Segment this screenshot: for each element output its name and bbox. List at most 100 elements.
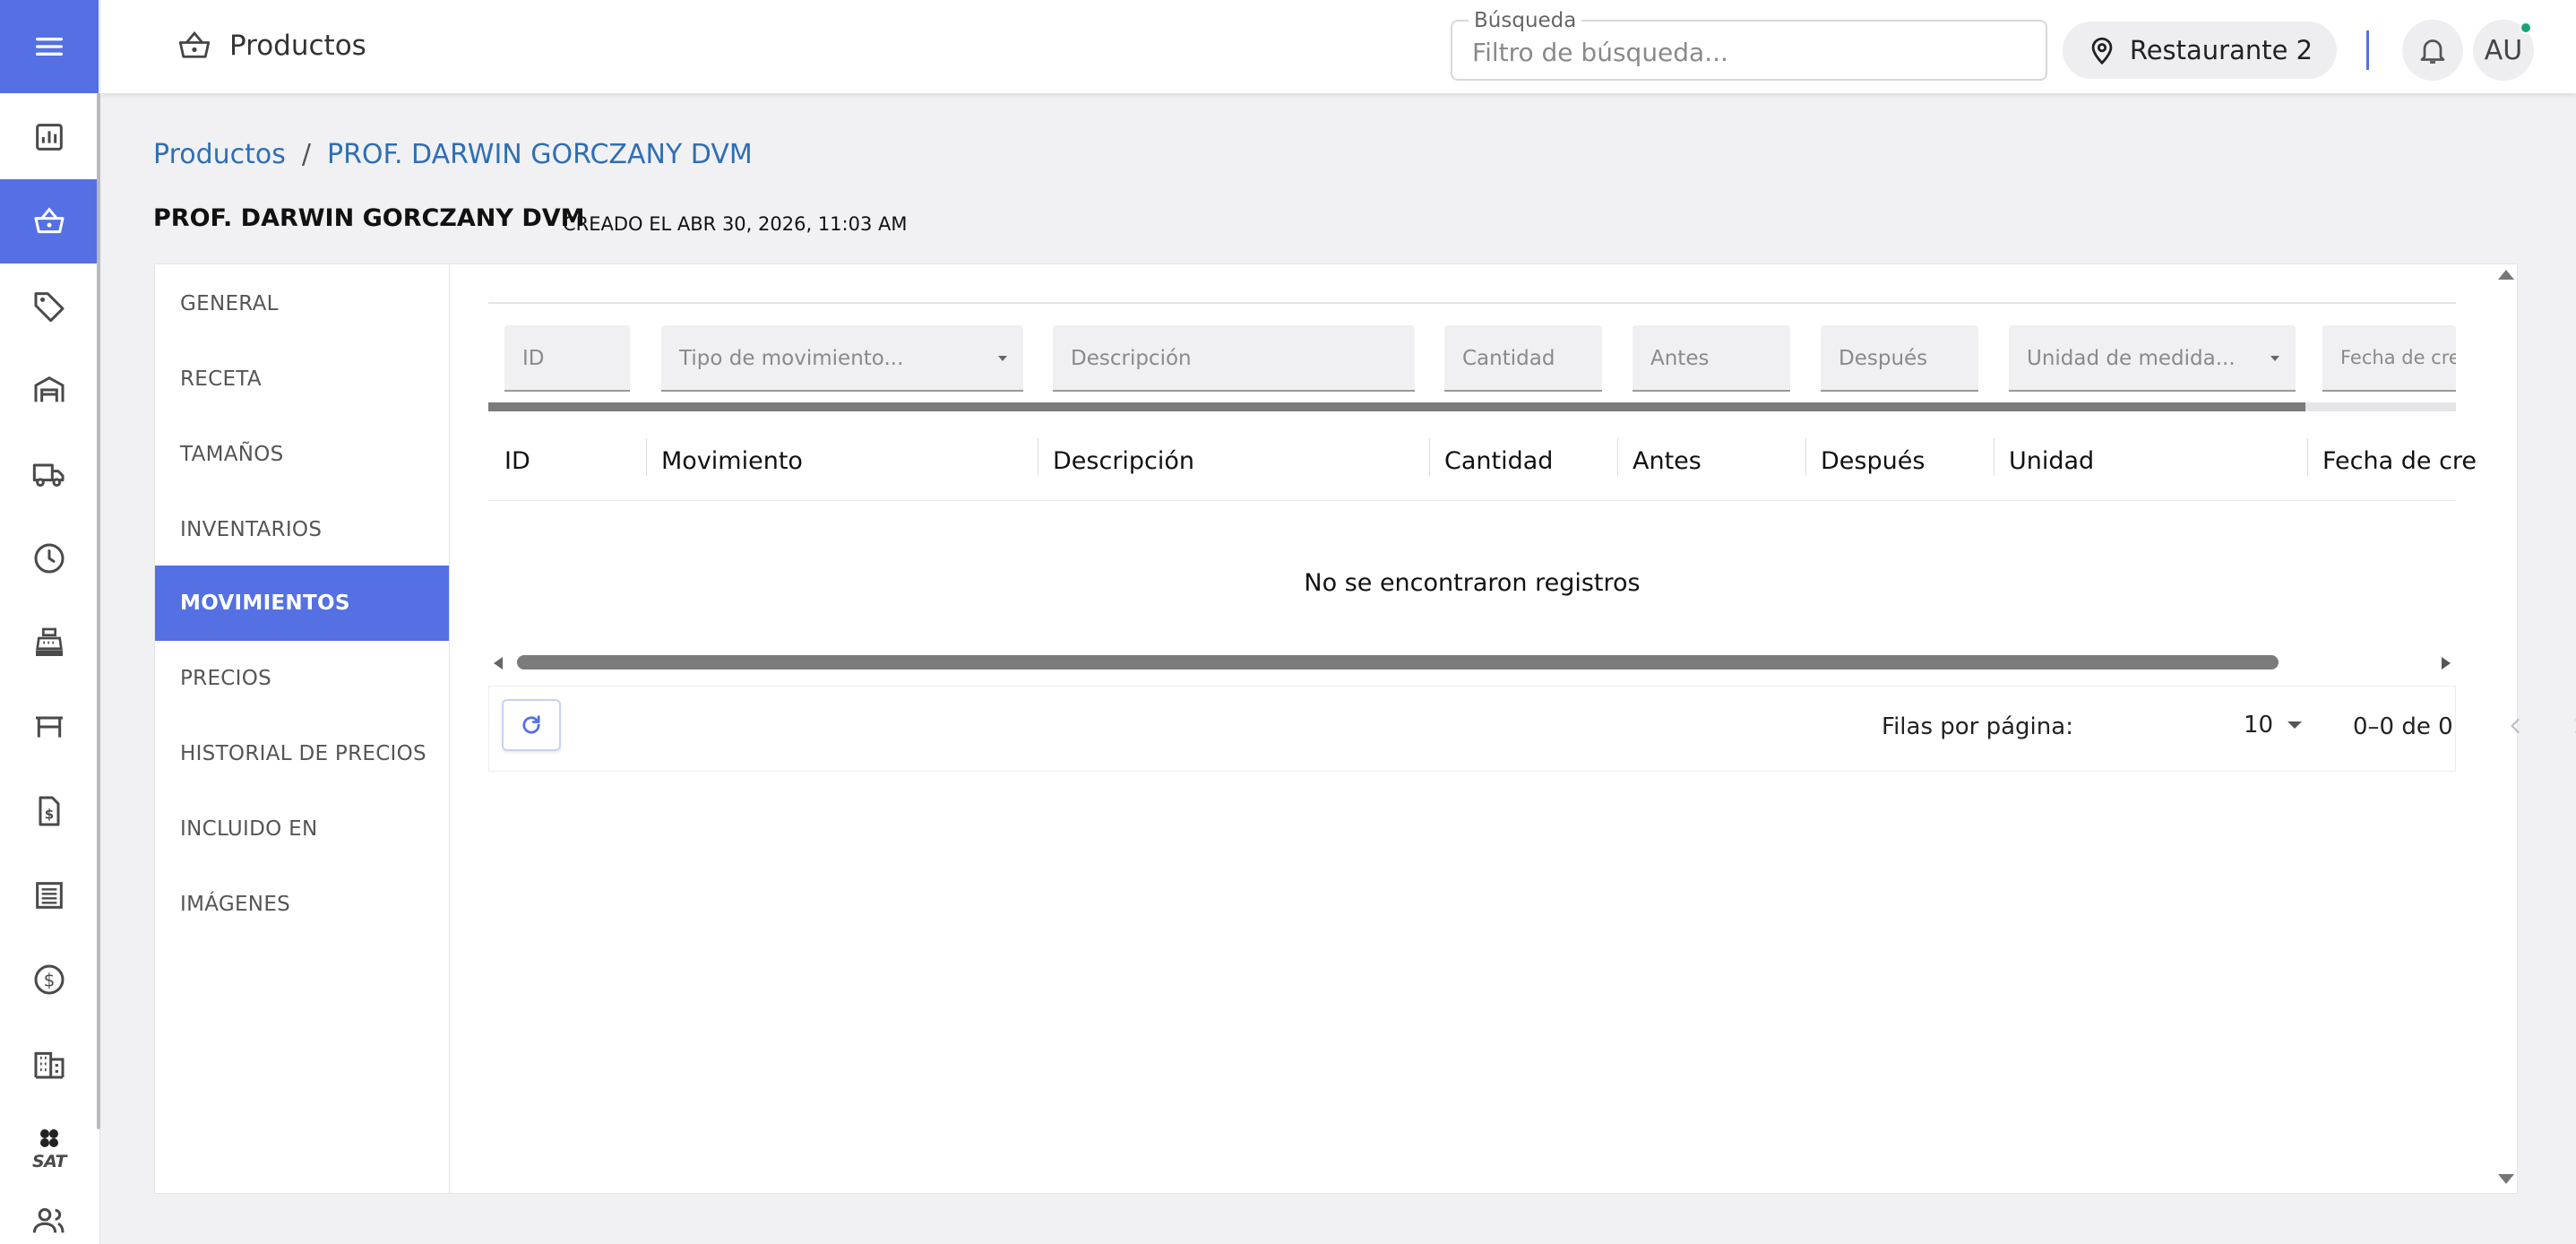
filter-unit[interactable]: Unidad de medida... [2009, 325, 2296, 392]
svg-text:$: $ [44, 970, 56, 991]
column-separator [646, 438, 647, 476]
panel-divider [488, 302, 2456, 304]
tab-incluido-en[interactable]: INCLUIDO EN [155, 791, 449, 867]
sidebar-item-delivery[interactable] [0, 432, 99, 516]
sidebar-item-tables[interactable] [0, 685, 99, 769]
filter-movement-type[interactable]: Tipo de movimiento... [661, 325, 1023, 392]
tab-label: GENERAL [180, 292, 279, 315]
notifications-button[interactable] [2402, 20, 2463, 81]
section-heading: Productos [176, 27, 366, 65]
truck-icon [32, 463, 65, 487]
tab-historial-precios[interactable]: HISTORIAL DE PRECIOS [155, 716, 449, 791]
avatar[interactable]: AU [2473, 20, 2534, 81]
menu-button[interactable] [0, 0, 99, 93]
sidebar-item-history[interactable] [0, 516, 99, 600]
sidebar-item-payments[interactable]: $ [0, 937, 99, 1022]
users-icon [32, 1208, 65, 1233]
sidebar-item-users[interactable] [0, 1190, 99, 1244]
chevron-down-icon [2287, 721, 2303, 729]
column-separator [1429, 438, 1430, 476]
sidebar-item-register[interactable] [0, 600, 99, 685]
filter-quantity[interactable]: Cantidad [1444, 325, 1602, 392]
sidebar-item-branches[interactable] [0, 1022, 99, 1106]
svg-text:$: $ [45, 806, 54, 822]
column-header-unit[interactable]: Unidad [2009, 447, 2094, 475]
tab-label: INCLUIDO EN [180, 817, 318, 841]
location-label: Restaurante 2 [2129, 35, 2313, 65]
sidebar-item-products[interactable] [0, 179, 99, 263]
column-header-created-date[interactable]: Fecha de cre [2322, 447, 2477, 475]
filter-placeholder: Cantidad [1462, 347, 1555, 370]
basket-icon [178, 30, 211, 58]
product-detail-card: GENERAL RECETA TAMAÑOS INVENTARIOS MOVIM… [154, 263, 2576, 1194]
sidebar: $ $ SAT [0, 0, 100, 1244]
sidebar-item-invoices[interactable]: $ [0, 769, 99, 853]
breadcrumb-current[interactable]: PROF. DARWIN GORCZANY DVM [327, 139, 753, 170]
search-label: Búsqueda [1469, 9, 1582, 32]
scroll-down-arrow-icon[interactable] [2498, 1174, 2514, 1184]
sat-label: SAT [31, 1152, 67, 1171]
tab-label: INVENTARIOS [180, 518, 323, 541]
filter-placeholder: ID [522, 347, 545, 370]
sidebar-item-reports[interactable] [0, 853, 99, 937]
next-page-button[interactable] [2563, 710, 2576, 742]
tab-precios[interactable]: PRECIOS [155, 641, 449, 716]
column-header-description[interactable]: Descripción [1053, 447, 1194, 475]
column-separator [1805, 438, 1806, 476]
rows-per-page-select[interactable]: 10 [2244, 712, 2303, 739]
filter-before[interactable]: Antes [1633, 325, 1790, 392]
column-header-quantity[interactable]: Cantidad [1444, 447, 1553, 475]
column-header-movement[interactable]: Movimiento [661, 447, 803, 475]
filters-scrollbar-thumb[interactable] [488, 402, 2305, 411]
column-header-after[interactable]: Después [1821, 447, 1925, 475]
rows-per-page-value: 10 [2244, 712, 2274, 739]
tab-label: MOVIMIENTOS [180, 592, 350, 615]
basket-icon [34, 207, 65, 234]
breadcrumb-root-link[interactable]: Productos [153, 139, 286, 170]
sidebar-item-dashboard[interactable] [0, 95, 99, 179]
tab-general[interactable]: GENERAL [155, 266, 449, 341]
filter-description[interactable]: Descripción [1053, 325, 1415, 392]
sidebar-scrollbar[interactable] [97, 93, 100, 1129]
filter-created-date[interactable]: Fecha de crea [2322, 325, 2456, 392]
scroll-up-arrow-icon[interactable] [2498, 270, 2514, 280]
previous-page-button[interactable] [2500, 710, 2532, 742]
location-pin-icon [2091, 37, 2113, 65]
filter-placeholder: Unidad de medida... [2027, 347, 2236, 370]
dollar-icon: $ [34, 964, 65, 995]
detail-tabs: GENERAL RECETA TAMAÑOS INVENTARIOS MOVIM… [155, 264, 450, 1193]
column-header-id[interactable]: ID [504, 447, 530, 475]
scroll-right-icon[interactable] [2442, 657, 2451, 670]
tab-inventarios[interactable]: INVENTARIOS [155, 492, 449, 567]
refresh-button[interactable] [502, 699, 561, 751]
section-title: Productos [229, 30, 366, 62]
search-field[interactable]: Búsqueda [1451, 9, 2047, 81]
tab-label: IMÁGENES [180, 893, 291, 916]
table-icon [36, 716, 63, 738]
filter-placeholder: Antes [1650, 347, 1710, 370]
tab-movimientos[interactable]: MOVIMIENTOS [155, 566, 449, 641]
filter-id[interactable]: ID [504, 325, 630, 392]
filter-after[interactable]: Después [1821, 325, 1978, 392]
table-horizontal-scrollbar[interactable] [488, 652, 2456, 673]
tab-tamanos[interactable]: TAMAÑOS [155, 417, 449, 492]
sidebar-item-sat[interactable]: SAT [0, 1106, 99, 1190]
breadcrumb-separator: / [301, 139, 311, 170]
filter-placeholder: Después [1839, 347, 1928, 370]
filter-placeholder: Tipo de movimiento... [679, 347, 904, 370]
tab-imagenes[interactable]: IMÁGENES [155, 867, 449, 942]
table-scrollbar-thumb[interactable] [517, 655, 2279, 670]
warehouse-icon [34, 376, 65, 402]
location-selector[interactable]: Restaurante 2 [2063, 22, 2337, 79]
filter-placeholder: Descripción [1071, 347, 1192, 370]
cash-register-icon [36, 627, 63, 656]
scroll-left-icon[interactable] [494, 657, 503, 670]
search-input[interactable] [1472, 36, 2028, 68]
filters-scrollbar[interactable] [488, 402, 2456, 411]
sidebar-item-warehouse[interactable] [0, 348, 99, 432]
sidebar-item-tags[interactable] [0, 263, 99, 348]
chart-icon [36, 124, 63, 151]
tab-label: RECETA [180, 367, 262, 391]
tab-receta[interactable]: RECETA [155, 341, 449, 417]
column-header-before[interactable]: Antes [1633, 447, 1702, 475]
